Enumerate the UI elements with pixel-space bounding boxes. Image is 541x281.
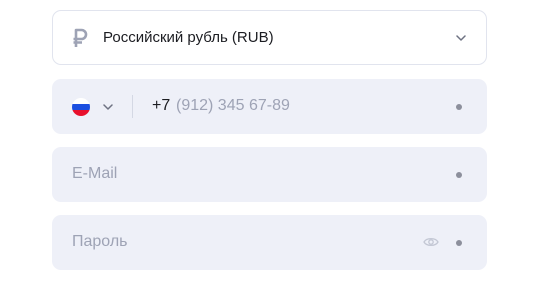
required-marker (456, 172, 462, 178)
eye-icon[interactable] (423, 236, 439, 248)
phone-input[interactable] (176, 95, 416, 117)
required-marker (456, 240, 462, 246)
email-input[interactable] (72, 163, 402, 185)
currency-select[interactable]: Российский рубль (RUB) (52, 10, 487, 65)
country-chevron-down-icon[interactable] (103, 104, 113, 110)
divider (132, 95, 133, 118)
ruble-icon (73, 28, 88, 47)
currency-selected-value: Российский рубль (RUB) (103, 29, 274, 46)
email-field (52, 147, 487, 202)
phone-country-code: +7 (152, 97, 171, 114)
phone-field: +7 (52, 79, 487, 134)
password-input[interactable] (72, 231, 402, 253)
password-field (52, 215, 487, 270)
required-marker (456, 104, 462, 110)
russia-flag-icon[interactable] (72, 98, 90, 116)
chevron-down-icon (456, 35, 466, 41)
